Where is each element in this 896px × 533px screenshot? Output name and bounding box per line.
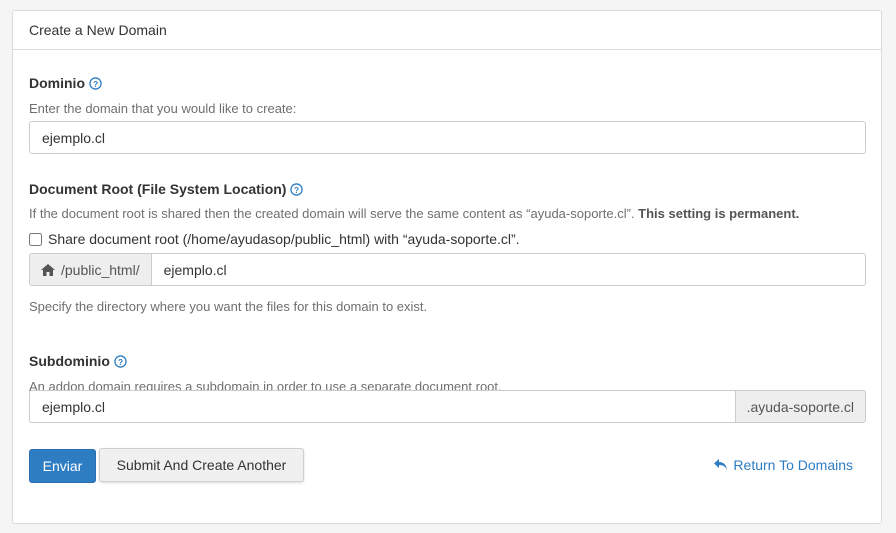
return-to-domains-label: Return To Domains [733, 457, 853, 473]
domain-label: Dominio [29, 75, 85, 91]
subdomain-input-group: .ayuda-soporte.cl [29, 390, 866, 423]
domain-help: Enter the domain that you would like to … [29, 101, 297, 116]
subdomain-label: Subdominio [29, 353, 110, 369]
home-icon [41, 263, 55, 276]
panel-title: Create a New Domain [13, 11, 881, 50]
share-docroot-row[interactable]: Share document root (/home/ayudasop/publ… [29, 231, 520, 247]
docroot-input-group: /public_html/ [29, 253, 866, 286]
submit-and-create-another-button[interactable]: Submit And Create Another [99, 448, 304, 482]
share-docroot-checkbox[interactable] [29, 232, 42, 246]
subdomain-label-row: Subdominio ? [29, 353, 127, 369]
docroot-help: If the document root is shared then the … [29, 206, 869, 221]
return-to-domains-link[interactable]: Return To Domains [714, 457, 853, 473]
subdomain-input[interactable] [29, 390, 735, 423]
docroot-prefix-addon: /public_html/ [29, 253, 152, 286]
docroot-hint: Specify the directory where you want the… [29, 299, 428, 314]
undo-arrow-icon [714, 459, 728, 470]
help-icon[interactable]: ? [114, 354, 127, 368]
domain-label-row: Dominio ? [29, 75, 102, 91]
share-docroot-label: Share document root (/home/ayudasop/publ… [48, 231, 520, 247]
docroot-label-row: Document Root (File System Location) ? [29, 181, 304, 197]
svg-text:?: ? [93, 78, 98, 88]
docroot-label: Document Root (File System Location) [29, 181, 287, 197]
help-icon[interactable]: ? [290, 182, 304, 196]
domain-input[interactable] [29, 121, 866, 154]
svg-text:?: ? [294, 184, 299, 194]
docroot-help-bold: This setting is permanent. [638, 206, 800, 221]
submit-button[interactable]: Enviar [29, 449, 96, 483]
create-domain-panel: Create a New Domain Dominio ? Enter the … [12, 10, 882, 524]
docroot-help-text: If the document root is shared then the … [29, 206, 635, 221]
subdomain-suffix-addon: .ayuda-soporte.cl [734, 390, 866, 423]
help-icon[interactable]: ? [89, 76, 102, 90]
docroot-prefix: /public_html/ [61, 261, 140, 278]
docroot-input[interactable] [151, 253, 866, 286]
svg-text:?: ? [118, 356, 123, 366]
